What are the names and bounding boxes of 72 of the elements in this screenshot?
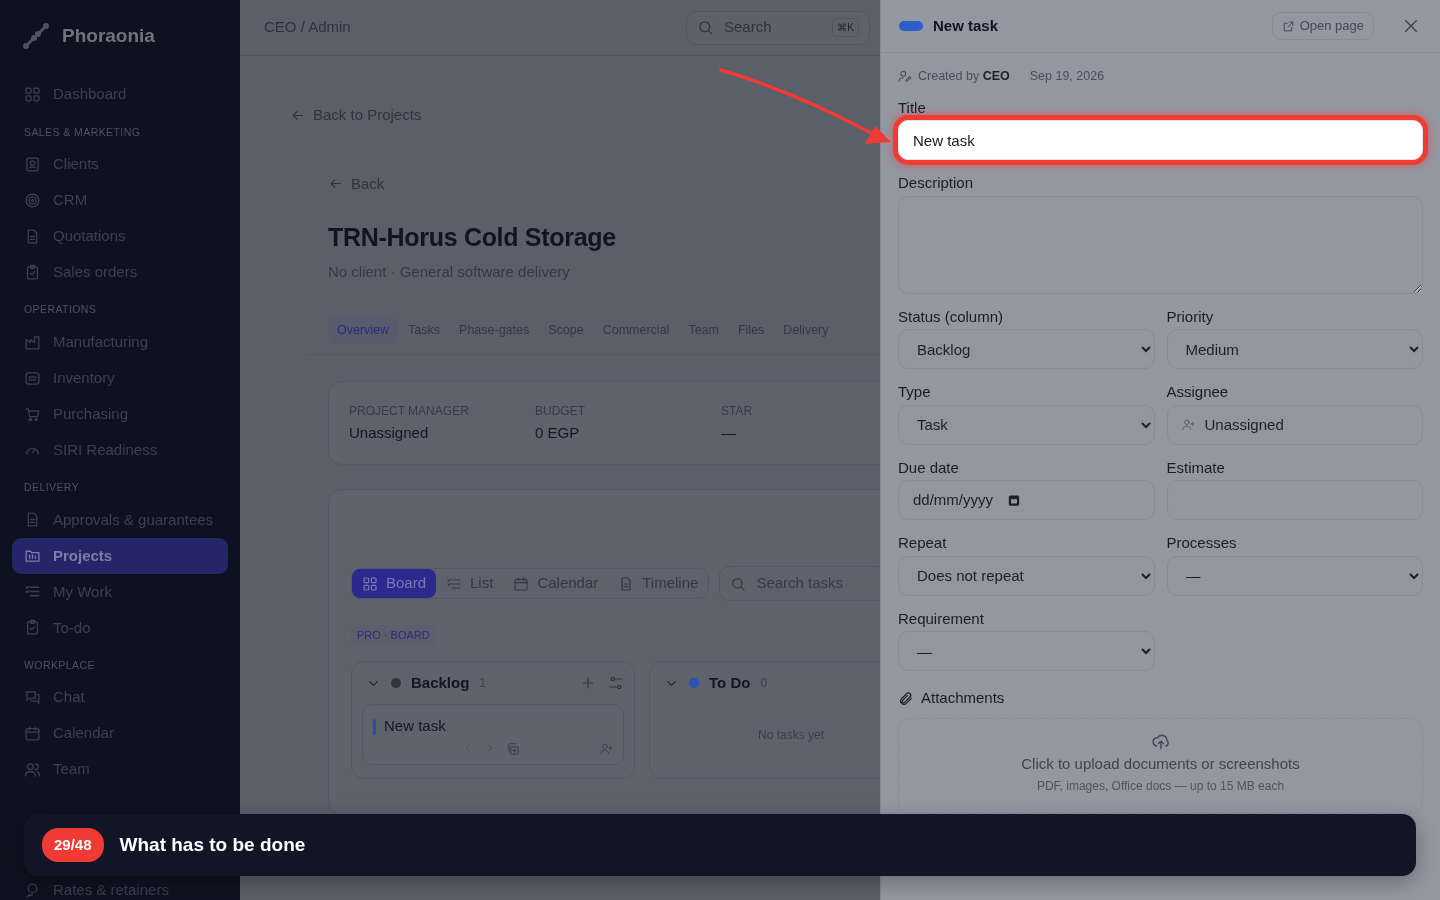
summary-value: Unassigned (349, 422, 430, 443)
tour-caption: What has to be done (119, 832, 306, 857)
upload-prompt: Click to upload documents or screenshots (1021, 753, 1300, 774)
column-title: To Do (709, 673, 751, 693)
assignee-field[interactable]: Unassigned (1166, 404, 1423, 445)
user-plus-icon (1181, 418, 1195, 432)
people-icon (24, 761, 41, 778)
brand-name: Phoraonia (62, 24, 155, 48)
grid-icon (24, 86, 41, 103)
drawer-title: New task (933, 15, 999, 36)
external-link-icon (1281, 19, 1295, 33)
project-title: TRN-Horus Cold Storage (328, 222, 617, 253)
field-label: Status (column) (898, 308, 1005, 326)
select-field[interactable]: Does not repeat (898, 555, 1155, 596)
step-counter: 29/48 (42, 827, 104, 863)
summary-value: 0 EGP (535, 422, 581, 443)
user-edit-icon (898, 69, 912, 84)
search-icon (730, 575, 747, 592)
field-label: Estimate (1166, 459, 1226, 477)
calendar-icon (513, 575, 530, 592)
field-label: Repeat (898, 535, 948, 552)
title-field[interactable]: New task (898, 120, 1423, 161)
date-field[interactable]: dd/mm/yyyy (898, 480, 1155, 521)
clipboard-icon (24, 263, 41, 281)
task-title: New task (384, 716, 446, 737)
select-field[interactable]: Backlog (898, 329, 1155, 370)
field-label: Priority (1166, 308, 1215, 326)
created-date: Sep 19, 2026 (1029, 68, 1105, 85)
calendar-icon (1007, 493, 1021, 508)
field-label: Requirement (898, 610, 985, 628)
factory-icon (24, 333, 41, 351)
copy-icon[interactable] (506, 741, 520, 756)
field-label: Description (898, 175, 975, 192)
target-icon (24, 191, 41, 209)
view-tab[interactable]: Board (352, 569, 437, 598)
field-label: Due date (898, 459, 960, 477)
section-label: WORKPLACE (23, 657, 96, 673)
sliders-icon[interactable] (608, 675, 624, 692)
sidebar-item[interactable]: Projects (12, 537, 228, 574)
cart-icon (24, 405, 41, 423)
section-label: SALES & MARKETING (23, 124, 142, 140)
search-icon (697, 19, 714, 36)
calendar-icon (24, 725, 41, 742)
close-icon (1402, 17, 1420, 35)
field-label: Type (898, 384, 932, 401)
logo-icon (22, 22, 50, 51)
description-field[interactable] (898, 195, 1423, 294)
select-field[interactable]: — (1166, 555, 1423, 596)
contact-card-icon (24, 155, 41, 173)
upload-hint: PDF, images, Office docs — up to 15 MB each (1036, 778, 1285, 796)
user-plus-icon[interactable] (600, 741, 613, 755)
upload-dropzone[interactable]: Click to upload documents or screenshots PDF, images, Office docs — up to 15 MB each (898, 717, 1423, 814)
field-label: Title (898, 99, 927, 117)
column-title: Backlog (411, 673, 470, 693)
section-title: Attachments (921, 688, 1005, 709)
section-label: OPERATIONS (23, 302, 98, 318)
paperclip-icon (898, 690, 914, 707)
grid-icon (362, 575, 378, 592)
shortcut-key: ⌘K (832, 18, 859, 37)
chat-icon (24, 689, 41, 706)
open-page-button[interactable]: Open page (1271, 12, 1374, 40)
box-icon (24, 369, 41, 387)
task-card[interactable]: New task (362, 704, 624, 765)
section-label: DELIVERY (23, 480, 81, 495)
created-by-text: Created by CEO (918, 68, 1010, 85)
clipboard-icon (24, 619, 41, 637)
select-field[interactable]: — (898, 631, 1155, 672)
summary-value: — (721, 422, 737, 443)
select-field[interactable]: Medium (1166, 329, 1423, 370)
field-label: Processes (1166, 535, 1238, 552)
field-label: Assignee (1166, 384, 1230, 401)
select-field[interactable]: Task (898, 404, 1155, 445)
